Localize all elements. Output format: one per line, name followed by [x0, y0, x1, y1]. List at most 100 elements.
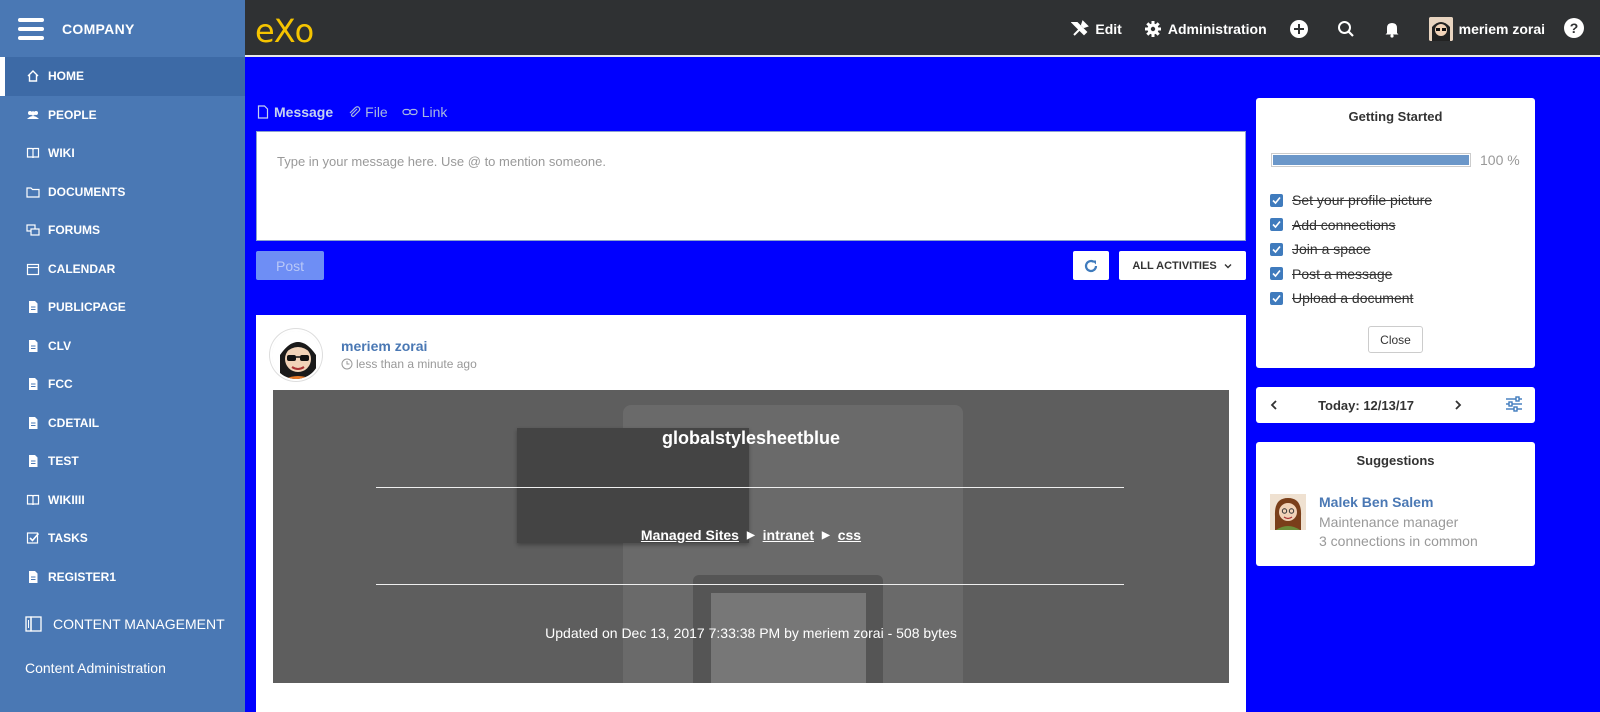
- company-label[interactable]: COMPANY: [62, 21, 135, 37]
- widget-title: Getting Started: [1348, 109, 1443, 124]
- administration-button[interactable]: Administration: [1144, 20, 1267, 38]
- sidebar-header: COMPANY: [0, 0, 245, 57]
- avatar: [1428, 16, 1453, 41]
- sidebar-item-cdetail[interactable]: CDETAIL: [0, 404, 245, 443]
- menu-icon[interactable]: [18, 17, 44, 40]
- sidebar-item-calendar[interactable]: CALENDAR: [0, 250, 245, 289]
- add-button[interactable]: [1289, 19, 1315, 39]
- breadcrumb-item[interactable]: intranet: [763, 527, 814, 543]
- sidebar-item-label: REGISTER1: [48, 569, 117, 584]
- user-name: meriem zorai: [1458, 20, 1545, 37]
- home-icon: [25, 69, 40, 83]
- sidebar-item-label: DOCUMENTS: [48, 184, 126, 199]
- message-input[interactable]: [257, 132, 1245, 240]
- sidebar-item-wiki[interactable]: WIKI: [0, 134, 245, 173]
- checkbox-checked-icon[interactable]: [1270, 291, 1283, 305]
- progress-label: 100 %: [1480, 152, 1520, 168]
- tab-link[interactable]: Link: [402, 104, 448, 120]
- content-administration-link[interactable]: Content Administration: [25, 660, 166, 676]
- refresh-icon: [1084, 259, 1098, 272]
- suggestion-common: 3 connections in common: [1319, 533, 1478, 549]
- avatar[interactable]: [1270, 494, 1306, 530]
- sidebar-item-forums[interactable]: FORUMS: [0, 211, 245, 250]
- content-management-icon: [25, 616, 42, 632]
- close-button[interactable]: Close: [1368, 326, 1423, 353]
- page-icon: [25, 339, 40, 353]
- post-button[interactable]: Post: [256, 251, 324, 280]
- content-management-label: CONTENT MANAGEMENT: [53, 616, 225, 632]
- content-management-link[interactable]: CONTENT MANAGEMENT: [25, 615, 225, 633]
- checkbox-checked-icon[interactable]: [1270, 242, 1283, 256]
- sidebar-item-label: CALENDAR: [48, 261, 116, 276]
- people-icon: [25, 108, 40, 122]
- activity-author[interactable]: meriem zorai: [341, 338, 427, 354]
- tab-message[interactable]: Message: [256, 104, 333, 120]
- document-updated-info: Updated on Dec 13, 2017 7:33:38 PM by me…: [545, 625, 957, 641]
- sidebar-item-tasks[interactable]: TASKS: [0, 519, 245, 558]
- sidebar-item-label: PUBLICPAGE: [48, 300, 126, 315]
- breadcrumb-item[interactable]: css: [838, 527, 861, 543]
- checkbox-checked-icon[interactable]: [1270, 193, 1283, 207]
- task-label: Set your profile picture: [1292, 192, 1433, 209]
- notifications-button[interactable]: [1383, 20, 1407, 38]
- activity-filter-label: ALL ACTIVITIES: [1132, 259, 1217, 272]
- activity-filter-dropdown[interactable]: ALL ACTIVITIES: [1119, 251, 1246, 280]
- sidebar-item-publicpage[interactable]: PUBLICPAGE: [0, 288, 245, 327]
- message-composer: [256, 131, 1246, 241]
- sidebar-item-label: TEST: [48, 454, 79, 469]
- forums-icon: [25, 223, 40, 237]
- list-item[interactable]: Set your profile picture: [1270, 188, 1432, 213]
- list-item[interactable]: Upload a document: [1270, 286, 1432, 311]
- sidebar-item-label: CLV: [48, 338, 72, 353]
- breadcrumb-item[interactable]: Managed Sites: [641, 527, 739, 543]
- checkbox-checked-icon[interactable]: [1270, 218, 1283, 232]
- suggestions-widget: Suggestions Malek Ben Salem Maintenance …: [1256, 442, 1535, 566]
- calendar-widget: Today: 12/13/17: [1256, 387, 1535, 423]
- sidebar-item-fcc[interactable]: FCC: [0, 365, 245, 404]
- sidebar-item-label: TASKS: [48, 531, 88, 546]
- sidebar-item-home[interactable]: HOME: [0, 57, 245, 96]
- page-icon: [25, 377, 40, 391]
- sidebar-item-test[interactable]: TEST: [0, 442, 245, 481]
- sidebar-item-wikiiii[interactable]: WIKIIII: [0, 481, 245, 520]
- tasks-icon: [25, 531, 40, 545]
- sidebar-item-clv[interactable]: CLV: [0, 327, 245, 366]
- sidebar-item-documents[interactable]: DOCUMENTS: [0, 173, 245, 212]
- suggestion-role: Maintenance manager: [1319, 514, 1459, 530]
- calendar-date: Today: 12/13/17: [1318, 397, 1414, 413]
- document-title[interactable]: globalstylesheetblue: [273, 428, 1229, 449]
- task-label: Join a space: [1292, 241, 1371, 258]
- sidebar-item-people[interactable]: PEOPLE: [0, 96, 245, 135]
- chevron-right-icon[interactable]: [1452, 398, 1464, 412]
- widget-title: Suggestions: [1356, 453, 1435, 468]
- list-item[interactable]: Post a message: [1270, 262, 1432, 287]
- edit-button[interactable]: Edit: [1071, 19, 1122, 38]
- chevron-down-icon: [1224, 263, 1232, 268]
- sidebar-item-label: CDETAIL: [48, 415, 100, 430]
- topbar-actions: Edit Administration meriem zorai: [1049, 0, 1545, 57]
- exo-logo[interactable]: eXo: [255, 12, 314, 50]
- paperclip-icon: [349, 106, 361, 118]
- gear-icon: [1144, 20, 1161, 37]
- administration-label: Administration: [1167, 20, 1267, 37]
- suggestion-name[interactable]: Malek Ben Salem: [1319, 494, 1433, 510]
- progress-bar: [1271, 153, 1471, 167]
- refresh-button[interactable]: [1073, 251, 1109, 280]
- tools-icon: [1071, 19, 1090, 36]
- avatar[interactable]: [270, 329, 322, 381]
- divider: [376, 487, 1124, 488]
- sidebar-item-register1[interactable]: REGISTER1: [0, 558, 245, 597]
- link-icon: [402, 108, 418, 116]
- user-menu[interactable]: meriem zorai: [1428, 16, 1545, 41]
- list-item[interactable]: Join a space: [1270, 237, 1432, 262]
- help-icon[interactable]: ?: [1564, 18, 1584, 38]
- page-icon: [25, 454, 40, 468]
- tab-file[interactable]: File: [347, 104, 388, 120]
- document-preview[interactable]: globalstylesheetblue Managed Sites ▶ int…: [273, 390, 1229, 683]
- list-item[interactable]: Add connections: [1270, 213, 1432, 238]
- search-button[interactable]: [1337, 20, 1361, 38]
- tab-label: Link: [421, 104, 448, 120]
- settings-sliders-icon[interactable]: [1505, 396, 1523, 412]
- checkbox-checked-icon[interactable]: [1270, 267, 1283, 281]
- folder-icon: [25, 185, 40, 199]
